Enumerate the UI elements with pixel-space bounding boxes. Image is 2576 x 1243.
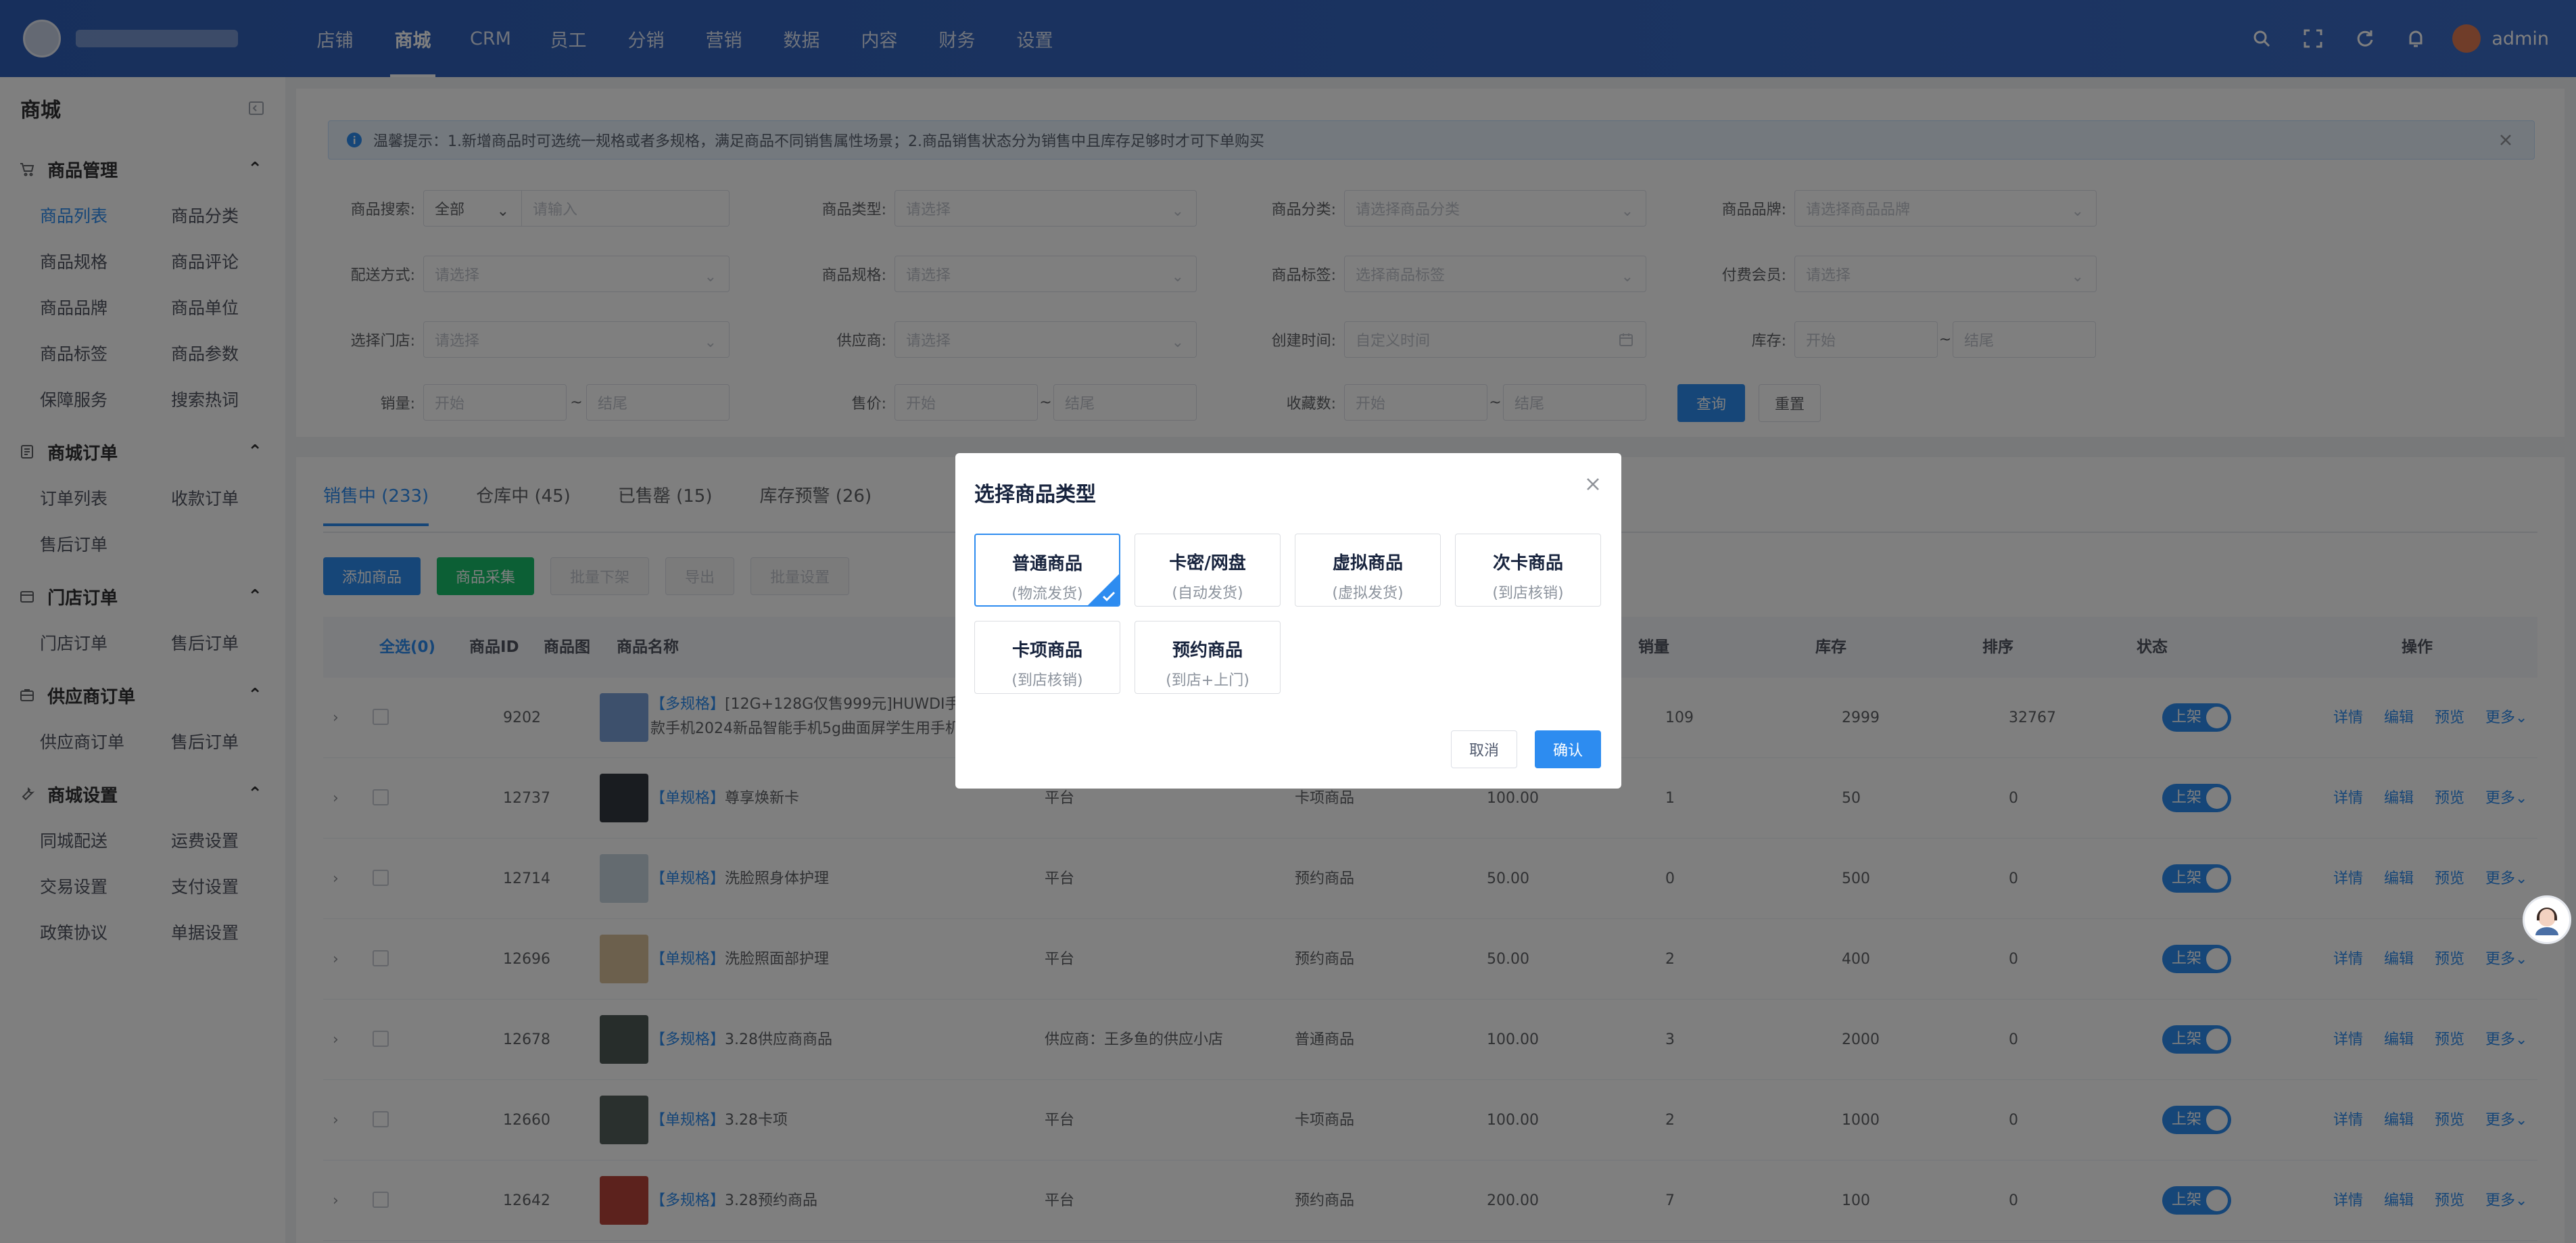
type-card-card-key[interactable]: 卡密/网盘 (自动发货) bbox=[1135, 534, 1281, 607]
cancel-button[interactable]: 取消 bbox=[1451, 730, 1517, 768]
checkmark-icon bbox=[1102, 591, 1116, 602]
confirm-button[interactable]: 确认 bbox=[1535, 730, 1601, 768]
type-card-normal[interactable]: 普通商品 (物流发货) bbox=[974, 534, 1120, 607]
modal-title: 选择商品类型 bbox=[974, 483, 1096, 507]
type-card-times-card[interactable]: 次卡商品 (到店核销) bbox=[1455, 534, 1601, 607]
customer-service-avatar[interactable] bbox=[2523, 895, 2571, 944]
type-card-card-item[interactable]: 卡项商品 (到店核销) bbox=[974, 621, 1120, 694]
type-card-virtual[interactable]: 虚拟商品 (虚拟发货) bbox=[1295, 534, 1441, 607]
close-icon[interactable] bbox=[1582, 473, 1604, 495]
service-agent-icon bbox=[2535, 908, 2558, 935]
type-card-booking[interactable]: 预约商品 (到店+上门) bbox=[1135, 621, 1281, 694]
select-goods-type-modal: 选择商品类型 普通商品 (物流发货) 卡密/网盘 (自动发货) 虚拟商品 (虚拟… bbox=[955, 453, 1621, 789]
